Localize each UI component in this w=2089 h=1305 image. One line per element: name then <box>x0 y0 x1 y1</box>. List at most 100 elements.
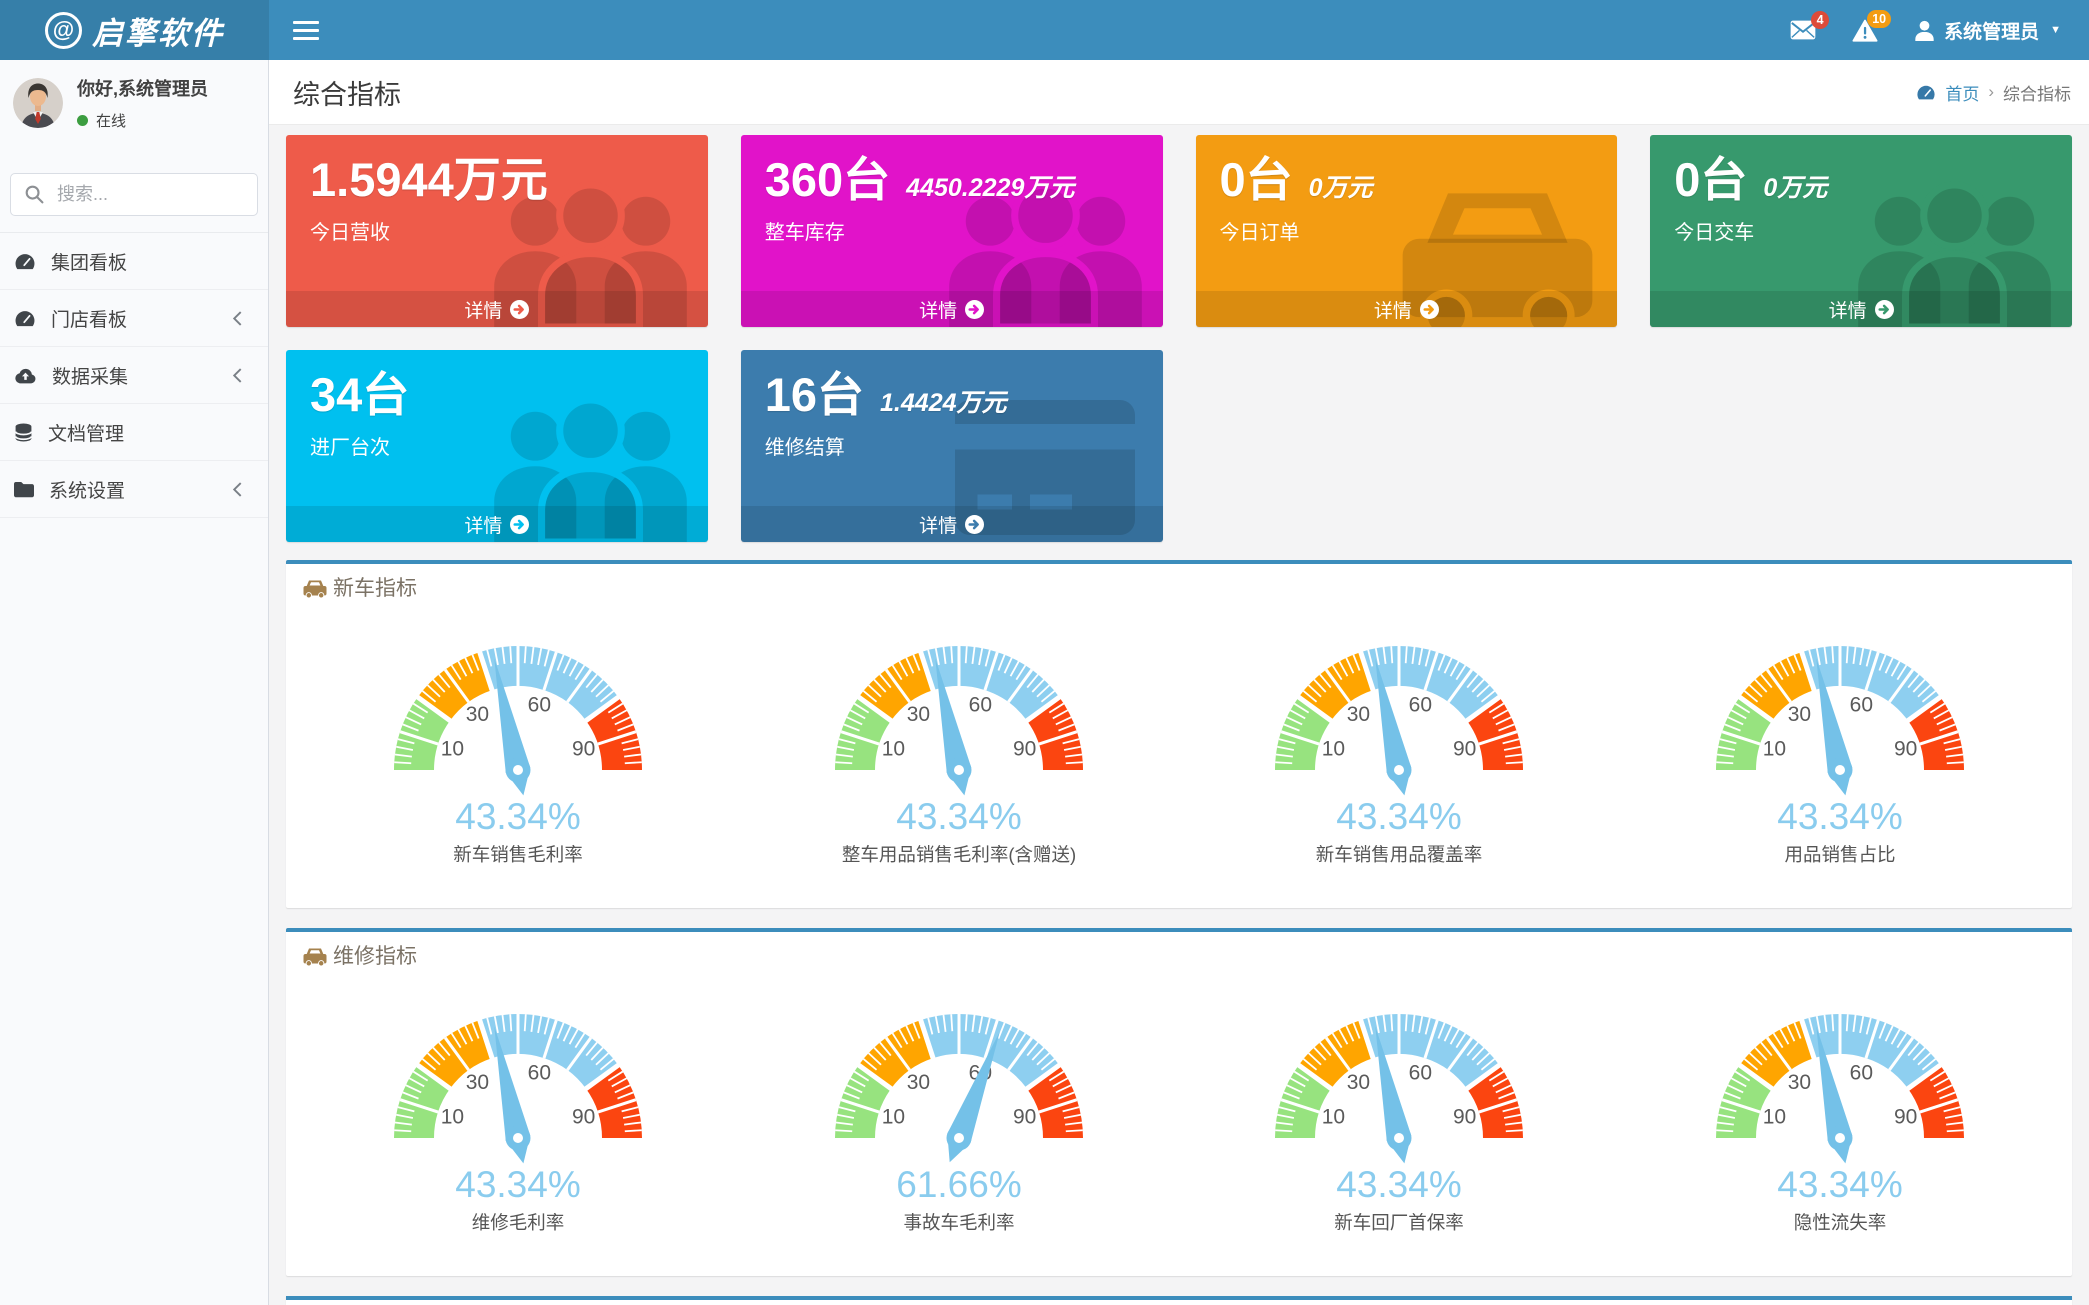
panel-heading: 新车指标 <box>286 564 2072 614</box>
svg-text:30: 30 <box>1788 703 1811 726</box>
detail-link[interactable]: 详情 <box>1196 291 1618 327</box>
user-menu[interactable]: 系统管理员 ▼ <box>1914 17 2061 44</box>
svg-text:事故车毛利率: 事故车毛利率 <box>903 1212 1014 1233</box>
arrow-circle-right-icon <box>510 515 529 534</box>
svg-text:60: 60 <box>1409 693 1432 716</box>
sidebar-item-label: 集团看板 <box>51 248 127 275</box>
svg-text:整车用品销售毛利率(含赠送): 整车用品销售毛利率(含赠送) <box>842 844 1076 865</box>
gauge: 1030609043.34%隐性流失率 <box>1620 988 2061 1238</box>
panel-heading: 维修指标 <box>286 932 2072 982</box>
search-input[interactable] <box>57 184 289 205</box>
info-box-value: 16台 <box>765 370 864 419</box>
svg-text:用品销售占比: 用品销售占比 <box>1784 844 1895 865</box>
svg-text:90: 90 <box>572 1106 595 1129</box>
svg-text:90: 90 <box>1013 738 1036 761</box>
detail-link[interactable]: 详情 <box>286 291 708 327</box>
svg-text:60: 60 <box>1409 1061 1432 1084</box>
sidebar-item-label: 门店看板 <box>51 305 127 332</box>
svg-text:10: 10 <box>881 1106 904 1129</box>
svg-text:30: 30 <box>466 1071 489 1094</box>
detail-link[interactable]: 详情 <box>741 291 1163 327</box>
detail-link[interactable]: 详情 <box>286 506 708 542</box>
info-box-value: 360台 <box>765 155 890 204</box>
svg-text:60: 60 <box>528 693 551 716</box>
svg-text:10: 10 <box>1762 738 1785 761</box>
info-box-label: 整车库存 <box>765 216 1139 245</box>
messages-badge: 4 <box>1811 11 1829 29</box>
detail-link[interactable]: 详情 <box>1650 291 2072 327</box>
sidebar-user-panel: 你好,系统管理员 在线 <box>0 60 268 143</box>
info-box-label: 今日订单 <box>1220 216 1594 245</box>
svg-text:30: 30 <box>1347 1071 1370 1094</box>
svg-text:新车销售毛利率: 新车销售毛利率 <box>453 844 583 865</box>
database-icon <box>14 423 33 442</box>
gauge: 1030609043.34%新车销售毛利率 <box>298 620 739 870</box>
content-header: 综合指标 首页 › 综合指标 <box>269 60 2089 125</box>
panel-new-car-indicators: 新车指标 1030609043.34%新车销售毛利率 1030609043.34… <box>286 560 2072 908</box>
arrow-circle-right-icon <box>1875 300 1894 319</box>
svg-text:60: 60 <box>1849 1061 1872 1084</box>
sidebar-item-store-board[interactable]: 门店看板 <box>0 290 268 347</box>
panel-repair-indicators: 维修指标 1030609043.34%维修毛利率 1030609061.66%事… <box>286 928 2072 1276</box>
sidebar-item-system-settings[interactable]: 系统设置 <box>0 461 268 518</box>
info-box-vehicle-stock: 360台 4450.2229万元 整车库存 详情 <box>741 135 1163 327</box>
gauge-row: 1030609043.34%新车销售毛利率 1030609043.34%整车用品… <box>286 614 2072 908</box>
svg-text:30: 30 <box>466 703 489 726</box>
avatar <box>13 78 63 128</box>
svg-text:43.34%: 43.34% <box>1337 1164 1463 1205</box>
breadcrumb-home-link[interactable]: 首页 <box>1945 80 1979 105</box>
svg-text:43.34%: 43.34% <box>1777 796 1903 837</box>
info-box-today-orders: 0台 0万元 今日订单 详情 <box>1196 135 1618 327</box>
sidebar-greeting: 你好,系统管理员 <box>77 75 208 101</box>
tachometer-icon <box>14 309 36 328</box>
svg-text:30: 30 <box>907 703 930 726</box>
arrow-circle-right-icon <box>510 300 529 319</box>
alerts-button[interactable]: 10 <box>1852 19 1878 42</box>
breadcrumb-current: 综合指标 <box>2003 80 2071 105</box>
info-box-value: 1.5944万元 <box>310 155 548 204</box>
info-box-value: 0台 <box>1220 155 1293 204</box>
alerts-badge: 10 <box>1867 10 1891 28</box>
svg-text:90: 90 <box>1013 1106 1036 1129</box>
gauge: 1030609043.34%新车回厂首保率 <box>1179 988 1620 1238</box>
user-name: 系统管理员 <box>1944 17 2039 44</box>
sidebar-toggle-button[interactable] <box>269 0 343 60</box>
arrow-circle-right-icon <box>965 300 984 319</box>
info-box-today-revenue: 1.5944万元 今日营收 详情 <box>286 135 708 327</box>
svg-text:10: 10 <box>1322 738 1345 761</box>
chevron-left-icon <box>233 368 242 383</box>
arrow-circle-right-icon <box>1420 300 1439 319</box>
svg-text:30: 30 <box>907 1071 930 1094</box>
sidebar-item-data-collection[interactable]: 数据采集 <box>0 347 268 404</box>
page-title: 综合指标 <box>293 73 401 112</box>
brand-logo[interactable]: @ 启擎软件 <box>0 0 269 60</box>
detail-link[interactable]: 详情 <box>741 506 1163 542</box>
breadcrumb-separator: › <box>1988 82 1994 102</box>
svg-text:90: 90 <box>1894 738 1917 761</box>
online-status-dot <box>77 115 88 126</box>
tachometer-icon <box>1916 84 1936 101</box>
sidebar-item-document-management[interactable]: 文档管理 <box>0 404 268 461</box>
svg-text:10: 10 <box>441 738 464 761</box>
svg-text:90: 90 <box>572 738 595 761</box>
sidebar: 你好,系统管理员 在线 集团看板 门店看板 <box>0 60 269 1305</box>
svg-text:10: 10 <box>1762 1106 1785 1129</box>
gauge: 1030609043.34%整车用品销售毛利率(含赠送) <box>739 620 1180 870</box>
panel-title: 新车指标 <box>333 576 417 602</box>
info-box-subvalue: 4450.2229万元 <box>906 168 1074 204</box>
svg-text:60: 60 <box>968 693 991 716</box>
info-box-label: 今日交车 <box>1674 216 2048 245</box>
sidebar-item-label: 文档管理 <box>48 419 124 446</box>
svg-text:10: 10 <box>881 738 904 761</box>
chevron-left-icon <box>233 482 242 497</box>
svg-text:60: 60 <box>528 1061 551 1084</box>
gauge: 1030609043.34%维修毛利率 <box>298 988 739 1238</box>
sidebar-item-group-board[interactable]: 集团看板 <box>0 233 268 290</box>
panel-title: 维修指标 <box>333 944 417 970</box>
online-status-label: 在线 <box>96 110 126 131</box>
svg-text:90: 90 <box>1453 1106 1476 1129</box>
messages-button[interactable]: 4 <box>1790 20 1816 40</box>
arrow-circle-right-icon <box>965 515 984 534</box>
sidebar-menu: 集团看板 门店看板 数据采集 <box>0 232 268 518</box>
svg-text:43.34%: 43.34% <box>1777 1164 1903 1205</box>
